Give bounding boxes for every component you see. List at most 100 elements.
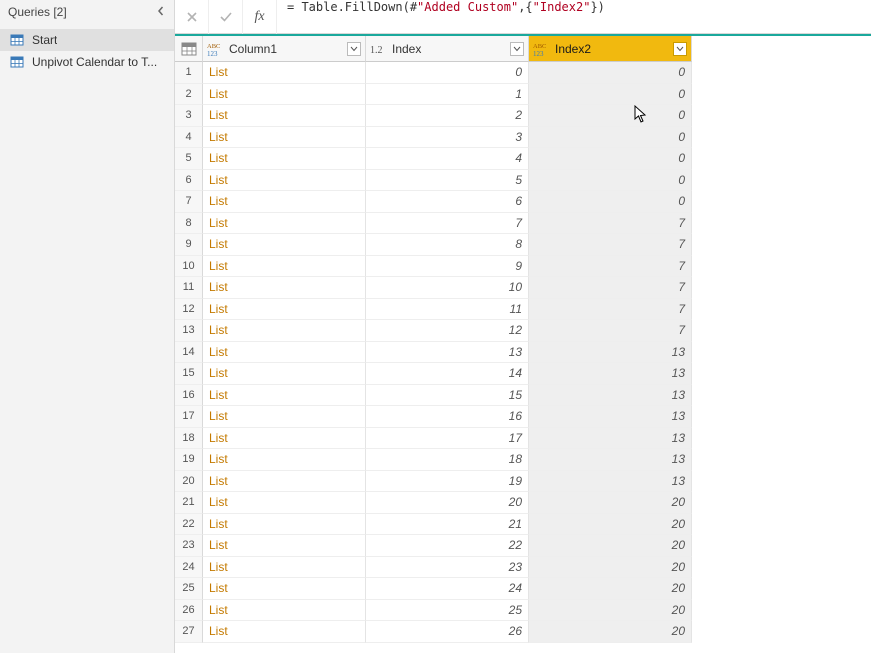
cell-value[interactable]: 20 bbox=[529, 557, 692, 579]
row-number[interactable]: 10 bbox=[175, 256, 203, 278]
row-number[interactable]: 18 bbox=[175, 428, 203, 450]
cell-list-link[interactable]: List bbox=[203, 234, 366, 256]
type-icon[interactable]: ABC123 bbox=[207, 41, 225, 57]
cell-list-link[interactable]: List bbox=[203, 449, 366, 471]
row-number[interactable]: 12 bbox=[175, 299, 203, 321]
cell-value[interactable]: 14 bbox=[366, 363, 529, 385]
cell-value[interactable]: 23 bbox=[366, 557, 529, 579]
cell-list-link[interactable]: List bbox=[203, 363, 366, 385]
row-number[interactable]: 24 bbox=[175, 557, 203, 579]
cell-value[interactable]: 20 bbox=[529, 578, 692, 600]
cell-value[interactable]: 5 bbox=[366, 170, 529, 192]
row-number[interactable]: 26 bbox=[175, 600, 203, 622]
filter-dropdown-button[interactable] bbox=[347, 42, 361, 56]
cell-value[interactable]: 0 bbox=[529, 105, 692, 127]
cell-value[interactable]: 22 bbox=[366, 535, 529, 557]
cell-value[interactable]: 13 bbox=[529, 342, 692, 364]
cell-value[interactable]: 12 bbox=[366, 320, 529, 342]
cell-list-link[interactable]: List bbox=[203, 105, 366, 127]
cell-value[interactable]: 17 bbox=[366, 428, 529, 450]
cell-value[interactable]: 7 bbox=[366, 213, 529, 235]
column-header[interactable]: 1.2 Index bbox=[366, 36, 529, 62]
cell-list-link[interactable]: List bbox=[203, 342, 366, 364]
cell-value[interactable]: 13 bbox=[529, 385, 692, 407]
filter-dropdown-button[interactable] bbox=[673, 42, 687, 56]
cell-value[interactable]: 20 bbox=[529, 621, 692, 643]
type-icon[interactable]: 1.2 bbox=[370, 41, 388, 57]
cell-value[interactable]: 20 bbox=[366, 492, 529, 514]
select-all-corner[interactable] bbox=[175, 36, 203, 62]
cell-list-link[interactable]: List bbox=[203, 557, 366, 579]
cell-value[interactable]: 20 bbox=[529, 600, 692, 622]
row-number[interactable]: 9 bbox=[175, 234, 203, 256]
cell-value[interactable]: 26 bbox=[366, 621, 529, 643]
row-number[interactable]: 17 bbox=[175, 406, 203, 428]
cell-value[interactable]: 7 bbox=[529, 234, 692, 256]
fx-icon[interactable]: fx bbox=[243, 0, 277, 34]
cell-value[interactable]: 20 bbox=[529, 492, 692, 514]
cell-value[interactable]: 11 bbox=[366, 299, 529, 321]
cell-value[interactable]: 18 bbox=[366, 449, 529, 471]
cell-list-link[interactable]: List bbox=[203, 191, 366, 213]
cell-value[interactable]: 0 bbox=[529, 84, 692, 106]
cell-list-link[interactable]: List bbox=[203, 84, 366, 106]
cell-value[interactable]: 0 bbox=[529, 170, 692, 192]
row-number[interactable]: 15 bbox=[175, 363, 203, 385]
cell-value[interactable]: 20 bbox=[529, 535, 692, 557]
row-number[interactable]: 13 bbox=[175, 320, 203, 342]
row-number[interactable]: 4 bbox=[175, 127, 203, 149]
cell-list-link[interactable]: List bbox=[203, 385, 366, 407]
cell-value[interactable]: 13 bbox=[529, 449, 692, 471]
row-number[interactable]: 21 bbox=[175, 492, 203, 514]
cell-value[interactable]: 10 bbox=[366, 277, 529, 299]
cell-list-link[interactable]: List bbox=[203, 578, 366, 600]
row-number[interactable]: 11 bbox=[175, 277, 203, 299]
row-number[interactable]: 5 bbox=[175, 148, 203, 170]
row-number[interactable]: 7 bbox=[175, 191, 203, 213]
row-number[interactable]: 2 bbox=[175, 84, 203, 106]
type-icon[interactable]: ABC123 bbox=[533, 41, 551, 57]
cell-value[interactable]: 13 bbox=[529, 363, 692, 385]
cell-list-link[interactable]: List bbox=[203, 148, 366, 170]
cell-value[interactable]: 21 bbox=[366, 514, 529, 536]
cell-value[interactable]: 7 bbox=[529, 277, 692, 299]
cell-list-link[interactable]: List bbox=[203, 471, 366, 493]
row-number[interactable]: 19 bbox=[175, 449, 203, 471]
query-item[interactable]: Start bbox=[0, 29, 174, 51]
column-header[interactable]: ABC123 Index2 bbox=[529, 36, 692, 62]
cell-value[interactable]: 13 bbox=[529, 471, 692, 493]
cell-value[interactable]: 3 bbox=[366, 127, 529, 149]
cell-value[interactable]: 0 bbox=[529, 127, 692, 149]
cell-list-link[interactable]: List bbox=[203, 299, 366, 321]
row-number[interactable]: 23 bbox=[175, 535, 203, 557]
cell-list-link[interactable]: List bbox=[203, 492, 366, 514]
cell-value[interactable]: 4 bbox=[366, 148, 529, 170]
cell-value[interactable]: 0 bbox=[529, 191, 692, 213]
row-number[interactable]: 14 bbox=[175, 342, 203, 364]
cell-value[interactable]: 0 bbox=[529, 148, 692, 170]
row-number[interactable]: 25 bbox=[175, 578, 203, 600]
cell-list-link[interactable]: List bbox=[203, 256, 366, 278]
cell-list-link[interactable]: List bbox=[203, 170, 366, 192]
cell-list-link[interactable]: List bbox=[203, 127, 366, 149]
cell-list-link[interactable]: List bbox=[203, 621, 366, 643]
cell-list-link[interactable]: List bbox=[203, 406, 366, 428]
row-number[interactable]: 20 bbox=[175, 471, 203, 493]
cell-value[interactable]: 13 bbox=[366, 342, 529, 364]
cell-list-link[interactable]: List bbox=[203, 320, 366, 342]
accept-formula-button[interactable] bbox=[209, 0, 243, 34]
cell-value[interactable]: 6 bbox=[366, 191, 529, 213]
cell-value[interactable]: 9 bbox=[366, 256, 529, 278]
row-number[interactable]: 22 bbox=[175, 514, 203, 536]
cell-value[interactable]: 0 bbox=[529, 62, 692, 84]
cell-list-link[interactable]: List bbox=[203, 277, 366, 299]
column-header[interactable]: ABC123 Column1 bbox=[203, 36, 366, 62]
cell-value[interactable]: 8 bbox=[366, 234, 529, 256]
cell-value[interactable]: 13 bbox=[529, 428, 692, 450]
cell-list-link[interactable]: List bbox=[203, 428, 366, 450]
cell-value[interactable]: 13 bbox=[529, 406, 692, 428]
cancel-formula-button[interactable] bbox=[175, 0, 209, 34]
cell-value[interactable]: 0 bbox=[366, 62, 529, 84]
cell-value[interactable]: 25 bbox=[366, 600, 529, 622]
cell-value[interactable]: 16 bbox=[366, 406, 529, 428]
